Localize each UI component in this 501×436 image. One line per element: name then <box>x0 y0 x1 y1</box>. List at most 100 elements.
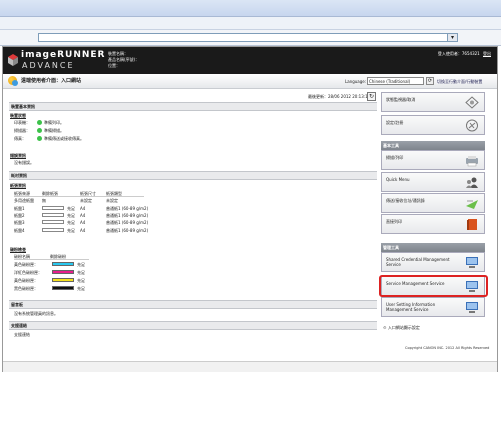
shared-credential-button[interactable]: Shared Credential Management Service <box>381 252 485 272</box>
address-book-label: 傳送/接收位址/通訊錄 <box>386 198 425 203</box>
browser-status-bar <box>3 361 497 372</box>
printer-status-label: 印表機： <box>14 120 30 125</box>
management-tools-heading: 管理工具 <box>381 243 485 252</box>
toner-row-status: 充足 <box>77 262 85 267</box>
page-title: 遠端使用者介面：入口網站 <box>21 78 82 84</box>
paper-row-size: A4 <box>80 206 86 211</box>
canon-logo-icon <box>8 54 18 66</box>
user-info: 登入使用者：7654321 登出 <box>438 51 491 57</box>
logout-link[interactable]: 登出 <box>483 51 491 56</box>
refresh-button[interactable]: ↻ <box>367 92 376 101</box>
printer-icon <box>466 156 478 167</box>
paper-row-type: 普通紙1 (60-89 g/m2) <box>106 220 149 225</box>
toner-row-name: 黑色碳粉匣： <box>14 286 38 291</box>
paper-header-divider <box>14 196 144 197</box>
monitor-icon <box>466 257 478 268</box>
paper-row-status: 充足 <box>67 228 75 233</box>
user-setting-button[interactable]: User Setting Information Management Serv… <box>381 297 485 317</box>
address-book-button[interactable]: 傳送/接收位址/通訊錄 <box>381 193 485 213</box>
scan-print-button[interactable]: 掃描/列印 <box>381 150 485 170</box>
location-label: 位置： <box>108 63 120 68</box>
direct-print-label: 直接列印 <box>386 219 402 224</box>
error-info-heading: 錯誤資訊 <box>10 153 26 158</box>
logo-text-line1: imageRUNNER <box>21 50 106 60</box>
scanner-status-value: 準備掃描。 <box>44 128 64 133</box>
toner-level-bar <box>52 270 74 274</box>
paper-row-source: 多用途紙盤 <box>14 198 34 203</box>
status-monitor-label: 狀態監視器/取消 <box>386 97 416 102</box>
toner-level-bar <box>52 278 74 282</box>
toner-row-name: 黃色碳粉匣： <box>14 278 38 283</box>
toner-header-divider <box>14 259 89 260</box>
fax-status-label: 傳真： <box>14 136 26 141</box>
paper-row-source: 紙盤3 <box>14 220 25 225</box>
basic-tools-heading: 基本工具 <box>381 141 485 150</box>
status-monitor-button[interactable]: 狀態監視器/取消 <box>381 92 485 112</box>
error-info-value: 沒有錯誤。 <box>14 160 34 165</box>
address-input[interactable] <box>38 33 458 42</box>
paper-level-bar <box>42 220 64 224</box>
portal-settings-link[interactable]: ⚙ 入口網站顯示設定 <box>383 325 420 331</box>
fax-status-value: 準備傳送或接收傳真。 <box>44 136 84 141</box>
address-dropdown-button[interactable]: ▾ <box>447 33 458 42</box>
paper-row-size: A4 <box>80 213 86 218</box>
paper-row-source: 紙盤1 <box>14 206 25 211</box>
toner-info-heading: 碳粉檢查 <box>10 247 26 252</box>
support-link[interactable]: 支援連結 <box>14 332 30 338</box>
paper-row-level: 無 <box>42 198 46 203</box>
logo-text-line2: ADVANCE <box>22 61 75 70</box>
paper-row-size: A4 <box>80 220 86 225</box>
paper-row-status: 充足 <box>67 206 75 211</box>
monitor-icon <box>466 302 478 313</box>
toner-row-status: 充足 <box>77 278 85 283</box>
copyright-text: Copyright CANON INC. 2012 All Rights Res… <box>405 346 490 350</box>
paper-row-source: 紙盤2 <box>14 213 25 218</box>
printer-status-icon <box>37 120 42 125</box>
paper-row-type: 普通紙1 (60-89 g/m2) <box>106 213 149 218</box>
paper-level-bar <box>42 206 64 210</box>
paper-row-type: 未設定 <box>106 198 118 203</box>
paper-row-type: 普通紙1 (60-89 g/m2) <box>106 206 149 211</box>
toner-level-bar <box>52 286 74 290</box>
toner-row-status: 充足 <box>77 286 85 291</box>
status-monitor-icon <box>465 96 479 109</box>
paper-row-source: 紙盤4 <box>14 228 25 233</box>
toner-row-name: 黃色碳粉匣： <box>14 262 38 267</box>
scanner-status-icon <box>37 128 42 133</box>
login-user-text: 登入使用者：7654321 <box>437 51 480 56</box>
language-select[interactable]: Chinese (Traditional) <box>367 77 424 85</box>
settings-button[interactable]: 設定/註冊 <box>381 115 485 135</box>
language-apply-button[interactable]: ⟳ <box>426 77 434 85</box>
quick-menu-button[interactable]: Quick Menu <box>381 172 485 192</box>
toner-level-bar <box>52 262 74 266</box>
section-message-board: 留言板 <box>9 300 377 309</box>
last-updated-text: 最後更新：28/06 2012 20:13:18 <box>308 94 371 99</box>
fax-status-icon <box>37 136 42 141</box>
mobile-portal-link[interactable]: 切換至行動介面/行動裝置 <box>437 79 482 85</box>
scan-print-label: 掃描/列印 <box>386 155 404 160</box>
scanner-status-label: 掃描器： <box>14 128 30 133</box>
shared-credential-label: Shared Credential Management Service <box>386 257 450 267</box>
browser-title-bar <box>0 0 501 17</box>
direct-print-button[interactable]: 直接列印 <box>381 214 485 234</box>
users-icon <box>466 177 478 188</box>
portal-settings-label: 入口網站顯示設定 <box>387 325 420 330</box>
section-device-basic: 裝置基本資訊 <box>9 102 377 111</box>
printer-status-value: 準備列印。 <box>44 120 64 125</box>
paper-row-status: 充足 <box>67 220 75 225</box>
paper-row-size: 未設定 <box>80 198 92 203</box>
message-board-text: 沒有系統管理員的訊息。 <box>14 311 58 316</box>
settings-label: 設定/註冊 <box>386 120 404 125</box>
paper-row-status: 充足 <box>67 213 75 218</box>
paper-level-bar <box>42 228 64 232</box>
section-consumables: 耗材資訊 <box>9 171 377 180</box>
portal-icon-accent <box>12 80 18 86</box>
paper-info-heading: 紙張資訊 <box>10 183 26 188</box>
toner-row-name: 洋紅色碳粉匣： <box>14 270 42 275</box>
quick-menu-label: Quick Menu <box>386 177 410 182</box>
user-setting-label: User Setting Information Management Serv… <box>386 302 436 312</box>
paper-level-bar <box>42 213 64 217</box>
language-label: Language: <box>345 79 367 84</box>
toner-row-status: 充足 <box>77 270 85 275</box>
browser-menu-bar <box>0 17 501 30</box>
